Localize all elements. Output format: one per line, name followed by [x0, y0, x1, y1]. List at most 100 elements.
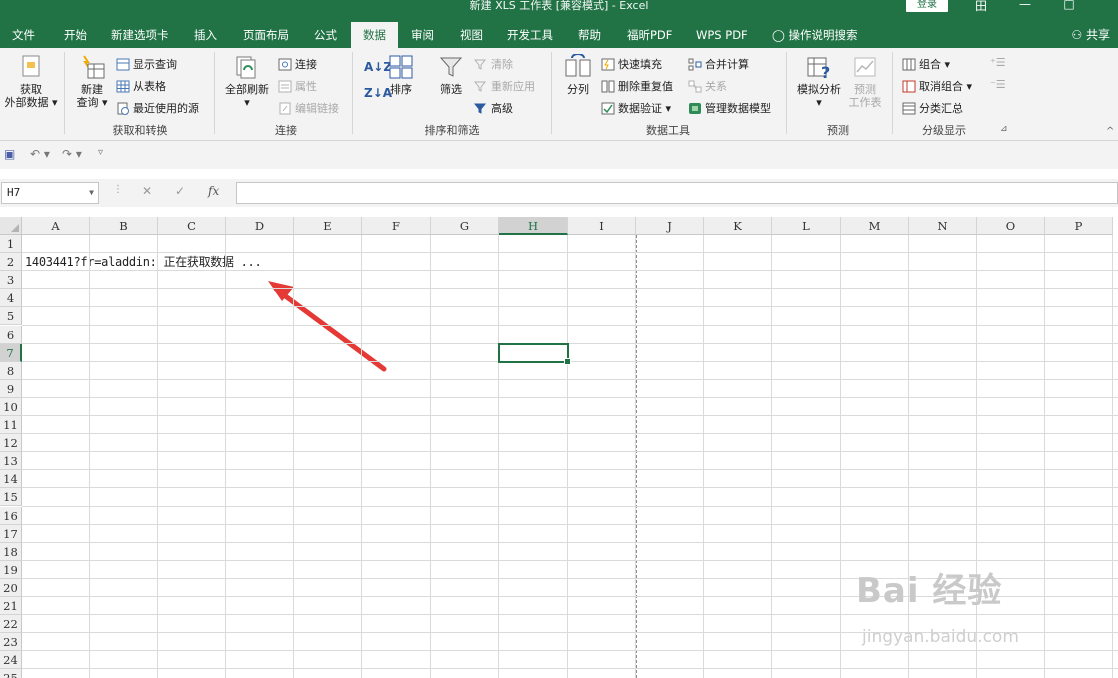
row-header-10[interactable]: 10 [0, 397, 22, 416]
filter-button[interactable]: 筛选 [436, 54, 466, 96]
login-button[interactable]: 登录 [906, 0, 948, 12]
from-table-button[interactable]: 从表格 [116, 78, 166, 94]
tab-11[interactable]: 福昕PDF [627, 22, 672, 48]
insert-function-icon[interactable]: fx [208, 184, 219, 198]
tell-me-search[interactable]: ◯ 操作说明搜索 [772, 22, 858, 48]
column-header-i[interactable]: I [568, 217, 636, 235]
data-validation-button[interactable]: 数据验证 ▾ [601, 100, 671, 116]
forecast-sheet-button[interactable]: 预测 工作表 [846, 54, 884, 109]
column-header-g[interactable]: G [431, 217, 499, 235]
maximize-icon[interactable]: □ [1054, 0, 1084, 11]
share-button[interactable]: ⚇ 共享 [1071, 22, 1110, 48]
dialog-launcher-icon[interactable]: ⊿ [1000, 124, 1008, 134]
tab-1[interactable]: 开始 [64, 22, 87, 48]
remove-duplicates-button[interactable]: 删除重复值 [601, 78, 673, 94]
edit-links-button[interactable]: 编辑链接 [278, 100, 339, 116]
row-header-1[interactable]: 1 [0, 235, 22, 254]
tab-3[interactable]: 插入 [194, 22, 217, 48]
row-header-3[interactable]: 3 [0, 271, 22, 290]
manage-data-model-button[interactable]: 管理数据模型 [688, 100, 771, 116]
advanced-filter-button[interactable]: 高级 [474, 100, 513, 116]
row-header-9[interactable]: 9 [0, 379, 22, 398]
tab-6[interactable]: 数据 [351, 22, 398, 50]
column-header-k[interactable]: K [704, 217, 772, 235]
save-icon[interactable]: ▣ [4, 147, 15, 161]
row-header-22[interactable]: 22 [0, 615, 22, 634]
row-header-15[interactable]: 15 [0, 488, 22, 507]
column-header-d[interactable]: D [226, 217, 294, 235]
consolidate-button[interactable]: 合并计算 [688, 56, 749, 72]
tab-4[interactable]: 页面布局 [243, 22, 289, 48]
sort-button[interactable]: 排序 [386, 54, 416, 96]
relationships-button[interactable]: 关系 [688, 78, 727, 94]
column-header-h[interactable]: H [499, 217, 568, 235]
text-to-columns-button[interactable]: 分列 [560, 54, 596, 96]
cancel-icon[interactable]: ✕ [142, 184, 152, 198]
row-header-13[interactable]: 13 [0, 452, 22, 471]
row-header-23[interactable]: 23 [0, 633, 22, 652]
what-if-analysis-button[interactable]: ? 模拟分析 ▾ [794, 54, 844, 109]
row-header-2[interactable]: 2 [0, 253, 22, 272]
name-box-dropdown-icon[interactable]: ▼ [89, 183, 94, 203]
tab-10[interactable]: 帮助 [578, 22, 601, 48]
active-cell-h7[interactable] [498, 342, 571, 365]
subtotal-button[interactable]: 分类汇总 [902, 100, 963, 116]
tab-7[interactable]: 审阅 [411, 22, 434, 48]
row-header-18[interactable]: 18 [0, 542, 22, 561]
hide-detail-icon[interactable]: ⁻☰ [990, 78, 1006, 91]
minimize-icon[interactable]: — [1010, 0, 1040, 11]
row-header-24[interactable]: 24 [0, 651, 22, 670]
enter-icon[interactable]: ✓ [175, 184, 185, 198]
row-header-4[interactable]: 4 [0, 289, 22, 308]
column-header-e[interactable]: E [294, 217, 362, 235]
undo-icon[interactable]: ↶ ▾ [30, 147, 50, 161]
show-detail-icon[interactable]: ⁺☰ [990, 56, 1006, 69]
formula-input[interactable] [236, 182, 1118, 204]
new-query-button[interactable]: 新建 查询 ▾ [70, 54, 114, 109]
row-header-6[interactable]: 6 [0, 325, 22, 344]
tab-12[interactable]: WPS PDF [696, 22, 748, 48]
tab-8[interactable]: 视图 [460, 22, 483, 48]
row-header-14[interactable]: 14 [0, 470, 22, 489]
row-header-20[interactable]: 20 [0, 578, 22, 597]
show-queries-button[interactable]: 显示查询 [116, 56, 177, 72]
column-header-f[interactable]: F [362, 217, 431, 235]
reapply-button[interactable]: 重新应用 [474, 78, 535, 94]
row-header-11[interactable]: 11 [0, 416, 22, 435]
group-button[interactable]: 组合 ▾ [902, 56, 950, 72]
tab-0[interactable]: 文件 [12, 22, 35, 48]
ungroup-button[interactable]: 取消组合 ▾ [902, 78, 972, 94]
get-external-data-button[interactable]: 获取 外部数据 ▾ [2, 54, 60, 109]
clear-filter-button[interactable]: 清除 [474, 56, 513, 72]
customize-qat-icon[interactable]: ▿ [98, 147, 103, 158]
column-header-b[interactable]: B [90, 217, 158, 235]
row-header-17[interactable]: 17 [0, 524, 22, 543]
column-header-m[interactable]: M [841, 217, 909, 235]
refresh-all-button[interactable]: 全部刷新 ▾ [222, 54, 272, 109]
row-header-21[interactable]: 21 [0, 597, 22, 616]
recent-sources-button[interactable]: 最近使用的源 [116, 100, 199, 116]
ribbon-display-icon[interactable]: 田 [966, 0, 996, 14]
column-header-j[interactable]: J [636, 217, 704, 235]
tab-2[interactable]: 新建选项卡 [111, 22, 169, 48]
row-header-12[interactable]: 12 [0, 434, 22, 453]
column-header-p[interactable]: P [1045, 217, 1113, 235]
flash-fill-button[interactable]: 快速填充 [601, 56, 662, 72]
connections-button[interactable]: 连接 [278, 56, 317, 72]
row-header-25[interactable]: 25 [0, 669, 22, 678]
column-header-l[interactable]: L [772, 217, 841, 235]
column-header-c[interactable]: C [158, 217, 226, 235]
properties-button[interactable]: 属性 [278, 78, 317, 94]
row-header-16[interactable]: 16 [0, 506, 22, 525]
tab-5[interactable]: 公式 [314, 22, 337, 48]
column-header-a[interactable]: A [22, 217, 90, 235]
tab-9[interactable]: 开发工具 [507, 22, 553, 48]
column-header-n[interactable]: N [909, 217, 977, 235]
row-header-7[interactable]: 7 [0, 343, 22, 362]
row-header-19[interactable]: 19 [0, 560, 22, 579]
collapse-ribbon-icon[interactable]: ^ [1106, 126, 1114, 137]
name-box[interactable]: H7 ▼ [1, 182, 99, 204]
row-header-8[interactable]: 8 [0, 361, 22, 380]
row-header-5[interactable]: 5 [0, 307, 22, 326]
select-all-corner[interactable] [0, 217, 22, 235]
